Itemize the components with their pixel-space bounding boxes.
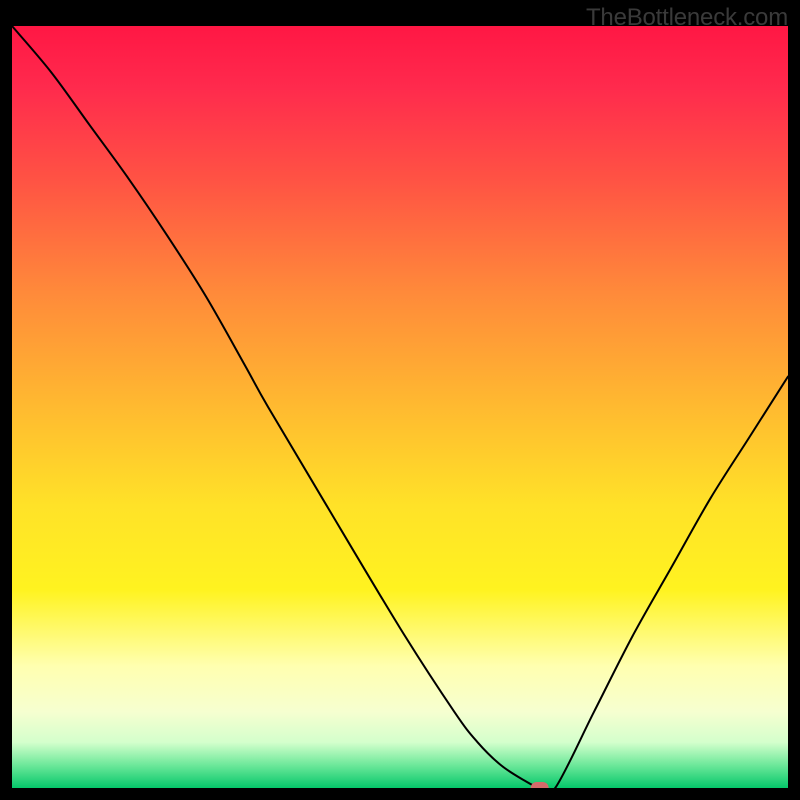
watermark-text: TheBottleneck.com: [586, 4, 788, 32]
bottleneck-chart: [12, 26, 788, 788]
